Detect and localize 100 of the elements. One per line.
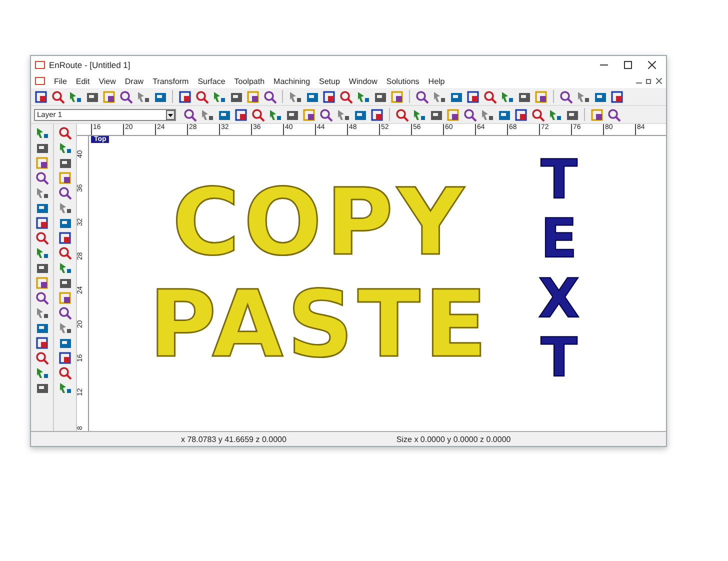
tool-icon[interactable]	[390, 90, 404, 104]
tool-icon[interactable]	[234, 108, 248, 122]
tool-icon[interactable]	[263, 90, 277, 104]
tool-icon[interactable]	[58, 126, 72, 140]
menu-item[interactable]: Machining	[274, 76, 310, 86]
menu-item[interactable]: Help	[428, 76, 445, 86]
status-text: x 78.0783 y 41.6659 z 0.0000	[181, 434, 286, 444]
tool-icon[interactable]	[58, 336, 72, 350]
tool-icon[interactable]	[548, 108, 562, 122]
menu-item[interactable]: Surface	[198, 76, 226, 86]
tool-icon[interactable]	[35, 171, 49, 185]
menu-item[interactable]: Toolpath	[234, 76, 265, 86]
tool-icon[interactable]	[531, 108, 545, 122]
tool-icon[interactable]	[200, 108, 214, 122]
tool-icon[interactable]	[336, 108, 350, 122]
tool-icon[interactable]	[480, 108, 494, 122]
tool-icon[interactable]	[246, 90, 260, 104]
tool-icon[interactable]	[58, 216, 72, 230]
tool-icon[interactable]	[183, 108, 197, 122]
tool-icon[interactable]	[322, 90, 336, 104]
tool-icon[interactable]	[339, 90, 353, 104]
artwork-text: TEXT	[537, 150, 581, 388]
tool-icon[interactable]	[370, 108, 384, 122]
tool-icon[interactable]	[35, 351, 49, 365]
tool-icon[interactable]	[58, 231, 72, 245]
tool-icon[interactable]	[466, 90, 480, 104]
tool-icon[interactable]	[559, 90, 573, 104]
tool-icon[interactable]	[51, 90, 65, 104]
tool-icon[interactable]	[35, 246, 49, 260]
tool-icon[interactable]	[446, 108, 460, 122]
tool-icon[interactable]	[35, 231, 49, 245]
tool-icon[interactable]	[35, 156, 49, 170]
tool-icon[interactable]	[35, 276, 49, 290]
tool-icon[interactable]	[607, 108, 621, 122]
tool-icon[interactable]	[102, 90, 116, 104]
restore-icon[interactable]	[646, 78, 652, 84]
tool-icon[interactable]	[35, 321, 49, 335]
tool-icon[interactable]	[58, 381, 72, 395]
tool-icon[interactable]	[68, 90, 82, 104]
tool-icon[interactable]	[35, 141, 49, 155]
tool-icon[interactable]	[58, 171, 72, 185]
tool-icon[interactable]	[412, 108, 426, 122]
tool-icon[interactable]	[35, 291, 49, 305]
tool-icon[interactable]	[319, 108, 333, 122]
tool-icon[interactable]	[58, 186, 72, 200]
tool-icon[interactable]	[432, 90, 446, 104]
tool-icon[interactable]	[610, 90, 624, 104]
tool-icon[interactable]	[58, 291, 72, 305]
tool-icon[interactable]	[212, 90, 226, 104]
tool-icon[interactable]	[590, 108, 604, 122]
menu-item[interactable]: Draw	[124, 76, 144, 86]
tool-icon[interactable]	[35, 126, 49, 140]
tool-icon[interactable]	[35, 336, 49, 350]
tool-icon[interactable]	[35, 186, 49, 200]
tool-icon[interactable]	[119, 90, 133, 104]
tool-icon[interactable]	[534, 90, 548, 104]
tool-icon[interactable]	[58, 261, 72, 275]
tool-icon[interactable]	[35, 306, 49, 320]
artwork-text: COPY	[172, 172, 468, 274]
menu-item[interactable]: File	[54, 76, 67, 86]
tool-icon[interactable]	[35, 366, 49, 380]
tool-icon[interactable]	[58, 306, 72, 320]
tool-icon[interactable]	[463, 108, 477, 122]
close-icon[interactable]	[648, 61, 656, 69]
tool-icon[interactable]	[58, 321, 72, 335]
menu-item[interactable]: Setup	[319, 76, 340, 86]
tool-icon[interactable]	[58, 366, 72, 380]
tool-icon[interactable]	[251, 108, 265, 122]
tool-icon[interactable]	[178, 90, 192, 104]
close-icon[interactable]	[656, 78, 662, 84]
tool-icon[interactable]	[58, 201, 72, 215]
tool-icon[interactable]	[58, 156, 72, 170]
maximize-icon[interactable]	[624, 61, 632, 69]
tool-icon[interactable]	[356, 90, 370, 104]
tool-icon[interactable]	[58, 276, 72, 290]
tool-icon[interactable]	[514, 108, 528, 122]
tool-icon[interactable]	[35, 261, 49, 275]
tool-icon[interactable]	[302, 108, 316, 122]
menu-item[interactable]: Transform	[152, 76, 189, 86]
tool-icon[interactable]	[58, 351, 72, 365]
tool-icon[interactable]	[576, 90, 590, 104]
menu-item[interactable]: Solutions	[386, 76, 420, 86]
tool-icon[interactable]	[395, 108, 409, 122]
tool-icon[interactable]	[288, 90, 302, 104]
tool-icon[interactable]	[35, 381, 49, 395]
tool-icon[interactable]	[268, 108, 282, 122]
menu-item[interactable]: View	[98, 76, 116, 86]
tool-icon[interactable]	[483, 90, 497, 104]
window-title: EnRoute - [Untitled 1]	[49, 60, 132, 70]
tool-icon[interactable]	[415, 90, 429, 104]
tool-icon[interactable]	[35, 201, 49, 215]
tool-icon[interactable]	[34, 90, 48, 104]
tool-icon[interactable]	[195, 90, 209, 104]
tool-icon[interactable]	[58, 141, 72, 155]
menu-item[interactable]: Edit	[76, 76, 90, 86]
tool-icon[interactable]	[58, 246, 72, 260]
tool-icon[interactable]	[136, 90, 150, 104]
tool-icon[interactable]	[35, 216, 49, 230]
menu-item[interactable]: Window	[348, 76, 378, 86]
tool-icon[interactable]	[500, 90, 514, 104]
